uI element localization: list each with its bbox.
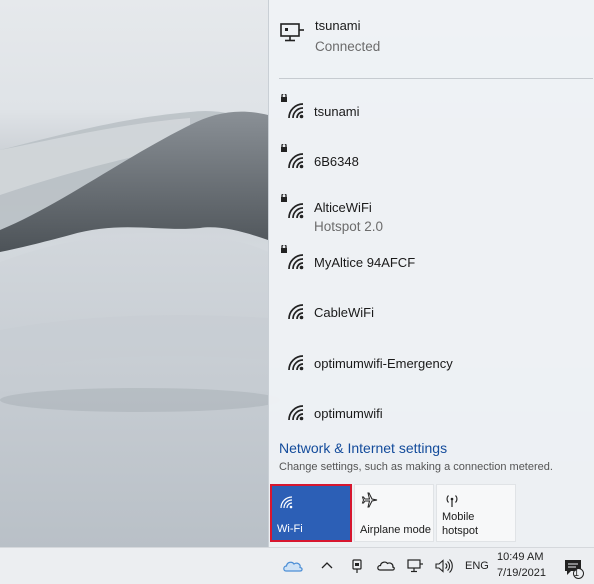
network-subtitle: Hotspot 2.0 [314,219,384,234]
airplane-icon [361,492,378,508]
network-internet-settings-link[interactable]: Network & Internet settings [279,440,447,456]
wifi-secured-icon [281,245,304,270]
connected-network-name: tsunami [315,18,361,33]
onedrive-icon[interactable] [282,557,304,575]
network-name: tsunami [314,104,360,119]
network-item-myaltice-94afcf[interactable]: MyAltice 94AFCF [269,245,594,291]
wifi-secured-icon [281,94,304,119]
network-item-alticewifi[interactable]: AlticeWiFi Hotspot 2.0 [269,190,594,236]
network-name: MyAltice 94AFCF [314,255,416,270]
clock-date[interactable]: 7/19/2021 [497,567,546,579]
network-name: 6B6348 [314,154,359,169]
network-item-tsunami[interactable]: tsunami [269,94,594,140]
wifi-toggle-button[interactable]: Wi-Fi [270,484,352,542]
taskbar: ENG 10:49 AM 7/19/2021 1 [0,547,594,584]
wifi-secured-icon [281,194,304,219]
notification-count-badge: 1 [574,568,580,578]
volume-icon[interactable] [434,557,454,575]
network-name: optimumwifi-Emergency [314,356,453,371]
wifi-icon [280,496,293,509]
network-name: optimumwifi [314,406,383,421]
cloud-icon[interactable] [376,557,396,575]
airplane-mode-button[interactable]: Airplane mode [354,484,434,542]
mobile-hotspot-label-line1: Mobile [442,511,475,523]
network-item-optimumwifi-emergency[interactable]: optimumwifi-Emergency [269,346,594,392]
network-item-optimumwifi[interactable]: optimumwifi [269,396,594,442]
connected-network-status: Connected [315,39,381,54]
wifi-icon [288,304,304,320]
network-item-cablewifi[interactable]: CableWiFi [269,295,594,341]
usb-icon[interactable] [348,557,366,575]
airplane-mode-label: Airplane mode [360,524,431,536]
hotspot-icon [446,495,458,507]
wifi-icon [288,405,304,421]
language-indicator[interactable]: ENG [465,560,489,572]
ethernet-monitor-icon [280,23,304,42]
network-name: CableWiFi [314,305,374,320]
clock-time[interactable]: 10:49 AM [497,551,543,563]
mobile-hotspot-label-line2: hotspot [442,525,479,537]
mobile-hotspot-button[interactable]: Mobile hotspot [436,484,516,542]
chevron-up-icon[interactable] [318,557,336,575]
connected-network[interactable]: tsunami Connected [279,18,579,68]
wifi-icon [288,355,304,371]
wifi-toggle-label: Wi-Fi [277,523,303,535]
network-icon[interactable] [406,557,424,575]
settings-description: Change settings, such as making a connec… [279,461,553,473]
divider [279,78,593,79]
wifi-secured-icon [281,144,304,169]
network-name: AlticeWiFi [314,200,372,215]
network-item-6b6348[interactable]: 6B6348 [269,144,594,190]
network-flyout: tsunami Connected tsunami 6B6348 AlticeW… [268,0,594,547]
